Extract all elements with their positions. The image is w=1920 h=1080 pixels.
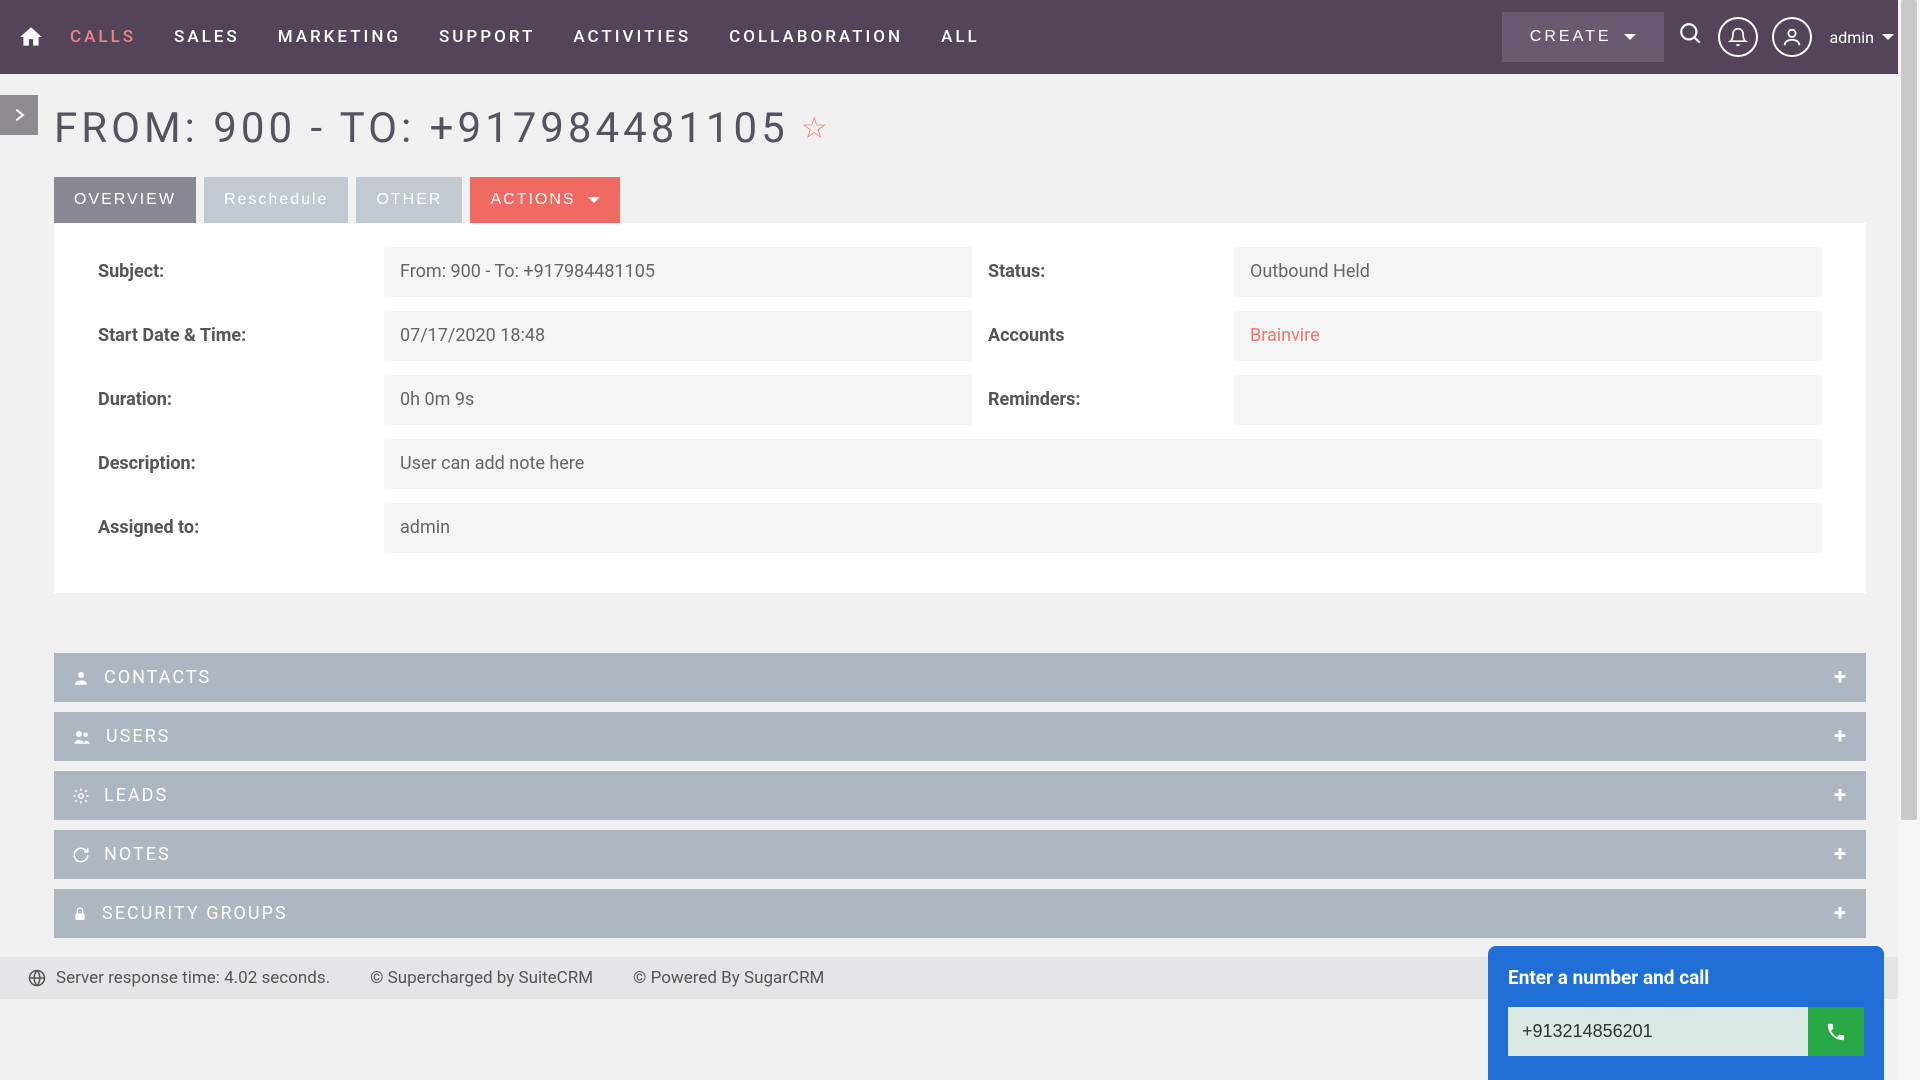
refresh-icon — [72, 846, 90, 864]
plus-icon: + — [1834, 783, 1848, 808]
top-navbar: CALLS SALES MARKETING SUPPORT ACTIVITIES… — [0, 0, 1920, 74]
panel-contacts[interactable]: CONTACTS + — [54, 653, 1866, 702]
gear-icon — [72, 787, 90, 805]
label-subject: Subject: — [98, 247, 368, 297]
scrollbar-thumb[interactable] — [1901, 0, 1917, 820]
footer-supercharged[interactable]: © Supercharged by SuiteCRM — [370, 968, 593, 988]
value-accounts-link[interactable]: Brainvire — [1234, 311, 1822, 361]
create-button[interactable]: CREATE — [1502, 12, 1664, 62]
caret-down-icon — [1882, 34, 1894, 40]
panel-leads[interactable]: LEADS + — [54, 771, 1866, 820]
page-title: FROM: 900 - TO: +917984481105 — [54, 104, 789, 153]
tab-overview[interactable]: OVERVIEW — [54, 177, 196, 223]
plus-icon: + — [1834, 724, 1848, 749]
nav-support[interactable]: SUPPORT — [433, 15, 541, 59]
topbar-right: CREATE admin — [1502, 12, 1906, 62]
label-reminders: Reminders: — [988, 375, 1218, 425]
username-menu[interactable]: admin — [1830, 28, 1894, 47]
overview-panel: Subject: From: 900 - To: +917984481105 S… — [54, 223, 1866, 593]
panel-security-groups[interactable]: SECURITY GROUPS + — [54, 889, 1866, 938]
call-number-input[interactable] — [1508, 1007, 1808, 1056]
nav-collaboration[interactable]: COLLABORATION — [723, 15, 909, 59]
plus-icon: + — [1834, 665, 1848, 690]
value-duration[interactable]: 0h 0m 9s — [384, 375, 972, 425]
plus-icon: + — [1834, 901, 1848, 926]
tab-reschedule[interactable]: Reschedule — [204, 177, 349, 223]
search-icon[interactable] — [1678, 21, 1704, 53]
nav-sales[interactable]: SALES — [168, 15, 246, 59]
value-reminders[interactable] — [1234, 375, 1822, 425]
label-duration: Duration: — [98, 375, 368, 425]
caret-down-icon — [1624, 34, 1636, 40]
people-icon — [72, 728, 92, 746]
globe-icon — [28, 969, 46, 987]
username-label: admin — [1830, 28, 1874, 47]
panel-label: USERS — [106, 726, 170, 747]
content: FROM: 900 - TO: +917984481105 ☆ OVERVIEW… — [0, 74, 1920, 968]
footer-response-time: Server response time: 4.02 seconds. — [56, 968, 330, 988]
call-widget: Enter a number and call — [1488, 946, 1884, 1080]
panel-label: NOTES — [104, 844, 171, 865]
label-assigned: Assigned to: — [98, 503, 368, 553]
value-status[interactable]: Outbound Held — [1234, 247, 1822, 297]
sidebar-toggle[interactable] — [0, 95, 38, 135]
panel-label: CONTACTS — [104, 667, 211, 688]
notifications-icon[interactable] — [1718, 17, 1758, 57]
create-label: CREATE — [1530, 28, 1612, 46]
tab-other[interactable]: OTHER — [356, 177, 462, 223]
footer-powered[interactable]: © Powered By SugarCRM — [633, 968, 824, 988]
actions-menu-button[interactable]: ACTIONS — [470, 177, 619, 223]
label-status: Status: — [988, 247, 1218, 297]
actions-label: ACTIONS — [490, 191, 575, 209]
value-description[interactable]: User can add note here — [384, 439, 1822, 489]
person-icon — [72, 669, 90, 687]
related-panels: CONTACTS + USERS + LEADS + NOTES + SECUR… — [54, 653, 1866, 938]
nav-all[interactable]: ALL — [935, 15, 986, 59]
main-nav: CALLS SALES MARKETING SUPPORT ACTIVITIES… — [64, 15, 986, 59]
value-assigned[interactable]: admin — [384, 503, 1822, 553]
label-start: Start Date & Time: — [98, 311, 368, 361]
scrollbar-track[interactable] — [1898, 0, 1920, 1080]
nav-marketing[interactable]: MARKETING — [272, 15, 407, 59]
value-start[interactable]: 07/17/2020 18:48 — [384, 311, 972, 361]
panel-users[interactable]: USERS + — [54, 712, 1866, 761]
favorite-star-icon[interactable]: ☆ — [801, 111, 828, 146]
lock-icon — [72, 905, 88, 923]
subnav-tabs: OVERVIEW Reschedule OTHER ACTIONS — [54, 177, 1866, 223]
panel-notes[interactable]: NOTES + — [54, 830, 1866, 879]
value-subject[interactable]: From: 900 - To: +917984481105 — [384, 247, 972, 297]
nav-activities[interactable]: ACTIVITIES — [567, 15, 697, 59]
label-description: Description: — [98, 439, 368, 489]
panel-label: LEADS — [104, 785, 168, 806]
call-widget-title: Enter a number and call — [1508, 966, 1864, 989]
panel-label: SECURITY GROUPS — [102, 903, 288, 924]
dial-button[interactable] — [1808, 1007, 1864, 1056]
label-accounts: Accounts — [988, 311, 1218, 361]
phone-icon — [1825, 1021, 1847, 1043]
plus-icon: + — [1834, 842, 1848, 867]
home-icon[interactable] — [14, 20, 48, 54]
user-avatar-icon[interactable] — [1772, 17, 1812, 57]
caret-down-icon — [588, 197, 600, 203]
nav-calls[interactable]: CALLS — [64, 15, 142, 59]
